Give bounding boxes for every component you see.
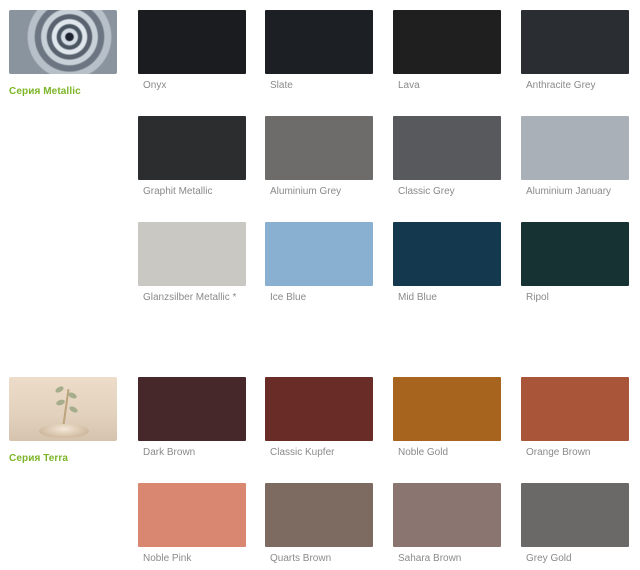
swatch-orange-brown[interactable] bbox=[521, 377, 629, 441]
swatch-lava[interactable] bbox=[393, 10, 501, 74]
swatch-label: Ice Blue bbox=[270, 292, 307, 303]
swatch-label: Quarts Brown bbox=[270, 553, 332, 564]
swatch-noble-pink[interactable] bbox=[138, 483, 246, 547]
swatch-label: Anthracite Grey bbox=[526, 80, 596, 91]
swatch-label: Noble Gold bbox=[398, 447, 449, 458]
metallic-series-title: Серия Metallic bbox=[9, 86, 81, 97]
pebble-stone bbox=[39, 424, 89, 438]
swatch-label: Slate bbox=[270, 80, 293, 91]
swatch-label: Dark Brown bbox=[143, 447, 196, 458]
swatch-quarts-brown[interactable] bbox=[265, 483, 373, 547]
swatch-label: Graphit Metallic bbox=[143, 186, 213, 197]
leaf bbox=[54, 385, 65, 394]
leaf bbox=[55, 398, 66, 407]
swatch-onyx[interactable] bbox=[138, 10, 246, 74]
swatch-label: Aluminium Grey bbox=[270, 186, 342, 197]
leaf bbox=[68, 405, 79, 414]
metallic-series-photo bbox=[9, 10, 117, 74]
swatch-label: Sahara Brown bbox=[398, 553, 462, 564]
swatch-label: Mid Blue bbox=[398, 292, 437, 303]
swatch-graphit-metallic[interactable] bbox=[138, 116, 246, 180]
swatch-slate[interactable] bbox=[265, 10, 373, 74]
swatch-aluminium-grey[interactable] bbox=[265, 116, 373, 180]
leaf bbox=[67, 391, 78, 400]
swatch-label: Glanzsilber Metallic * bbox=[143, 292, 237, 303]
swatch-dark-brown[interactable] bbox=[138, 377, 246, 441]
swatch-label: Noble Pink bbox=[143, 553, 192, 564]
terra-series-photo bbox=[9, 377, 117, 441]
swatch-label: Onyx bbox=[143, 80, 167, 91]
swatch-label: Classic Grey bbox=[398, 186, 455, 197]
swatch-ice-blue[interactable] bbox=[265, 222, 373, 286]
swatch-noble-gold[interactable] bbox=[393, 377, 501, 441]
swatch-anthracite-grey[interactable] bbox=[521, 10, 629, 74]
swatch-mid-blue[interactable] bbox=[393, 222, 501, 286]
swatch-label: Grey Gold bbox=[526, 553, 572, 564]
swatch-grey-gold[interactable] bbox=[521, 483, 629, 547]
swatch-label: Ripol bbox=[526, 292, 549, 303]
swatch-aluminium-january[interactable] bbox=[521, 116, 629, 180]
swatch-classic-grey[interactable] bbox=[393, 116, 501, 180]
swatch-label: Orange Brown bbox=[526, 447, 591, 458]
swatch-classic-kupfer[interactable] bbox=[265, 377, 373, 441]
terra-series-title: Серия Terra bbox=[9, 453, 69, 464]
swatch-ripol[interactable] bbox=[521, 222, 629, 286]
swatch-sahara-brown[interactable] bbox=[393, 483, 501, 547]
swatch-label: Classic Kupfer bbox=[270, 447, 335, 458]
swatch-label: Lava bbox=[398, 80, 420, 91]
swatch-glanzsilber-metallic[interactable] bbox=[138, 222, 246, 286]
swatch-label: Aluminium January bbox=[526, 186, 612, 197]
